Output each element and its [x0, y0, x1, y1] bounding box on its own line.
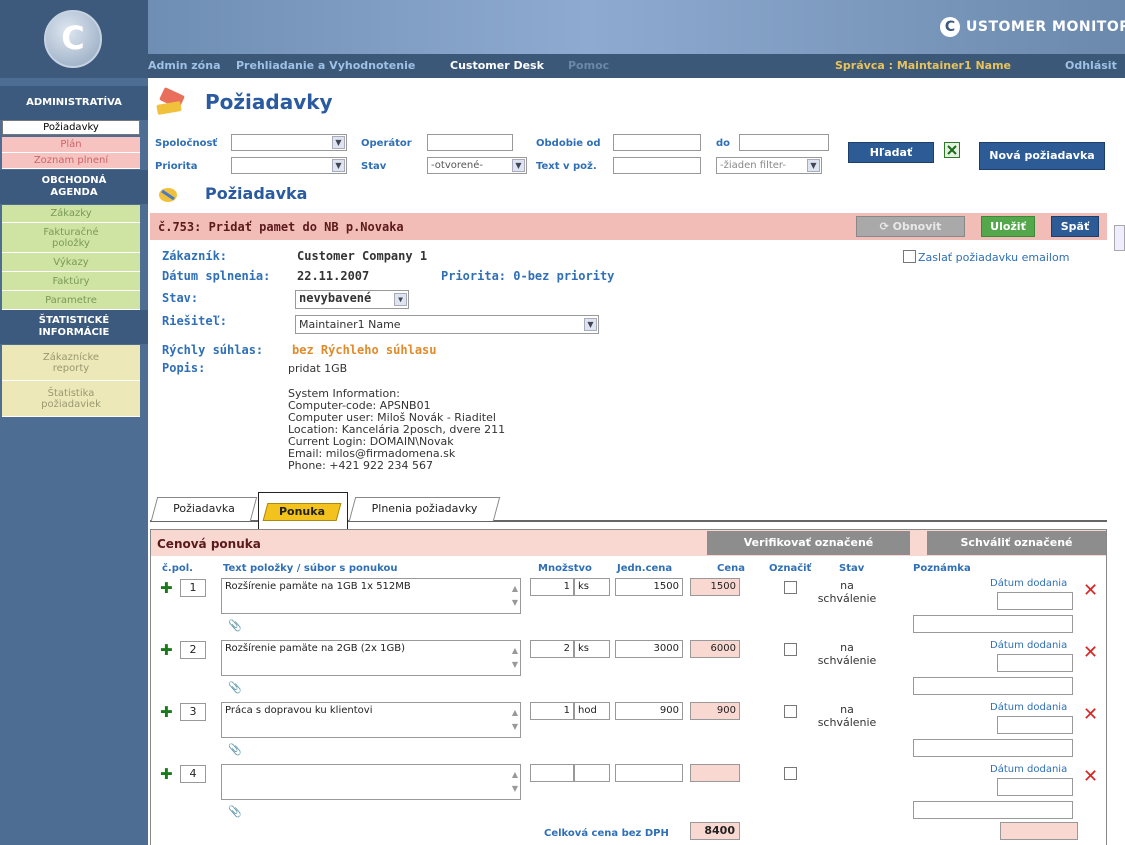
row-unit[interactable]: hod	[574, 702, 610, 720]
row-unit-price[interactable]: 3000	[615, 640, 683, 658]
delivery-date-label: Dátum dodania	[990, 764, 1068, 775]
total-label: Celková cena bez DPH	[544, 828, 669, 839]
row-price: 1500	[690, 578, 740, 596]
scroll-down-icon[interactable]: ▼	[512, 595, 518, 611]
attachment-icon[interactable]: 📎	[228, 619, 242, 632]
scroll-down-icon[interactable]: ▼	[512, 781, 518, 797]
scroll-down-icon[interactable]: ▼	[512, 657, 518, 673]
delivery-date-label: Dátum dodania	[990, 640, 1068, 651]
row-note-input[interactable]	[913, 677, 1073, 695]
row-qty[interactable]: 1	[530, 702, 574, 720]
row-unit-price[interactable]: 1500	[615, 578, 683, 596]
row-num[interactable]: 4	[180, 765, 206, 783]
row-text[interactable]: ▲ ▼	[221, 764, 521, 800]
row-unit[interactable]	[574, 764, 610, 782]
row-price: 6000	[690, 640, 740, 658]
add-row-icon[interactable]: ✚	[160, 703, 173, 721]
delete-row-icon[interactable]: ✕	[1083, 704, 1098, 725]
row-note-input[interactable]	[913, 739, 1073, 757]
row-text[interactable]: Rozšírenie pamäte na 2GB (2x 1GB) ▲ ▼	[221, 640, 521, 676]
row-num[interactable]: 3	[180, 703, 206, 721]
attachment-icon[interactable]: 📎	[228, 805, 242, 818]
delivery-date-input[interactable]	[997, 716, 1073, 734]
row-unit[interactable]: ks	[574, 578, 610, 596]
row-mark-checkbox[interactable]	[784, 643, 797, 656]
add-row-icon[interactable]: ✚	[160, 765, 173, 783]
row-unit[interactable]: ks	[574, 640, 610, 658]
delivery-date-label: Dátum dodania	[990, 702, 1068, 713]
row-num[interactable]: 1	[180, 579, 206, 597]
row-mark-checkbox[interactable]	[784, 705, 797, 718]
row-text-value: Rozšírenie pamäte na 1GB 1x 512MB	[225, 581, 411, 592]
delete-row-icon[interactable]: ✕	[1083, 642, 1098, 663]
attachment-icon[interactable]: 📎	[228, 743, 242, 756]
row-mark-checkbox[interactable]	[784, 581, 797, 594]
scroll-down-icon[interactable]: ▼	[512, 719, 518, 735]
delivery-date-input[interactable]	[997, 654, 1073, 672]
row-price: 900	[690, 702, 740, 720]
row-qty[interactable]: 1	[530, 578, 574, 596]
row-status: na schválenie	[817, 641, 877, 667]
attachment-icon[interactable]: 📎	[228, 681, 242, 694]
row-price	[690, 764, 740, 782]
row-note-input[interactable]	[913, 615, 1073, 633]
add-row-icon[interactable]: ✚	[160, 641, 173, 659]
row-text[interactable]: Rozšírenie pamäte na 1GB 1x 512MB ▲ ▼	[221, 578, 521, 614]
row-text-value: Práca s dopravou ku klientovi	[225, 705, 373, 716]
offer-rows: ✚ 1 Rozšírenie pamäte na 1GB 1x 512MB ▲ …	[0, 0, 1125, 845]
row-mark-checkbox[interactable]	[784, 767, 797, 780]
delete-row-icon[interactable]: ✕	[1083, 580, 1098, 601]
scrollbar-thumb[interactable]	[1114, 225, 1125, 251]
row-text[interactable]: Práca s dopravou ku klientovi ▲ ▼	[221, 702, 521, 738]
delivery-date-input[interactable]	[997, 592, 1073, 610]
delete-row-icon[interactable]: ✕	[1083, 766, 1098, 787]
row-note-input[interactable]	[913, 801, 1073, 819]
delivery-date-input[interactable]	[997, 778, 1073, 796]
row-qty[interactable]: 2	[530, 640, 574, 658]
total-value: 8400	[690, 822, 740, 840]
row-text-value: Rozšírenie pamäte na 2GB (2x 1GB)	[225, 643, 405, 654]
total-note-field[interactable]	[1000, 822, 1078, 840]
row-unit-price[interactable]	[615, 764, 683, 782]
row-status: na schválenie	[817, 579, 877, 605]
row-num[interactable]: 2	[180, 641, 206, 659]
delivery-date-label: Dátum dodania	[990, 578, 1068, 589]
add-row-icon[interactable]: ✚	[160, 579, 173, 597]
row-qty[interactable]	[530, 764, 574, 782]
row-status: na schválenie	[817, 703, 877, 729]
row-unit-price[interactable]: 900	[615, 702, 683, 720]
